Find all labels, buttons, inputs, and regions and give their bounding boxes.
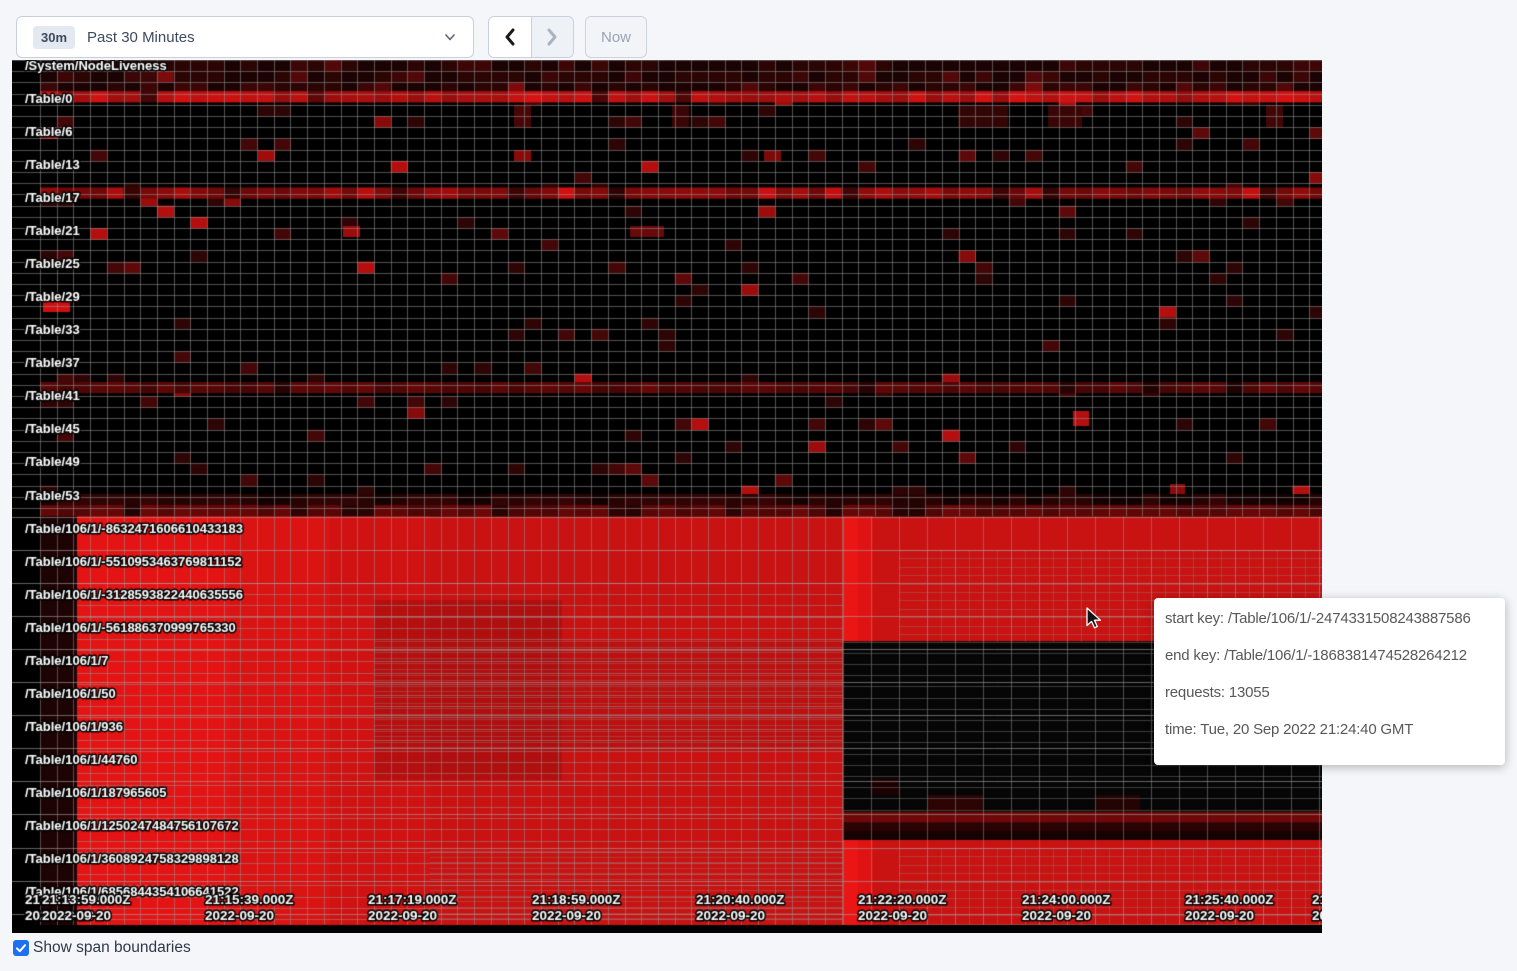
span-tooltip: start key: /Table/106/1/-247433150824388… xyxy=(1154,598,1505,765)
time-window-dropdown[interactable]: 30m Past 30 Minutes xyxy=(16,16,474,58)
chevron-down-icon xyxy=(443,30,457,49)
chevron-left-icon xyxy=(502,27,518,47)
tooltip-time: time: Tue, 20 Sep 2022 21:24:40 GMT xyxy=(1165,722,1495,738)
tooltip-end-key: end key: /Table/106/1/-18683814745282642… xyxy=(1165,648,1495,664)
mouse-cursor-icon xyxy=(1082,606,1104,635)
show-span-boundaries-label: Show span boundaries xyxy=(33,939,191,957)
key-visualizer-heatmap[interactable] xyxy=(12,60,1322,933)
time-nav-group xyxy=(488,16,574,58)
check-icon xyxy=(15,942,27,954)
time-window-badge: 30m xyxy=(33,26,75,49)
prev-time-button[interactable] xyxy=(489,17,532,57)
span-boundaries-control: Show span boundaries xyxy=(13,939,191,957)
tooltip-start-key: start key: /Table/106/1/-247433150824388… xyxy=(1165,611,1495,627)
tooltip-requests: requests: 13055 xyxy=(1165,685,1495,701)
chevron-right-icon xyxy=(544,27,560,47)
show-span-boundaries-checkbox[interactable] xyxy=(13,940,29,956)
now-button[interactable]: Now xyxy=(585,16,647,58)
time-window-label: Past 30 Minutes xyxy=(87,29,195,46)
next-time-button[interactable] xyxy=(532,17,574,57)
